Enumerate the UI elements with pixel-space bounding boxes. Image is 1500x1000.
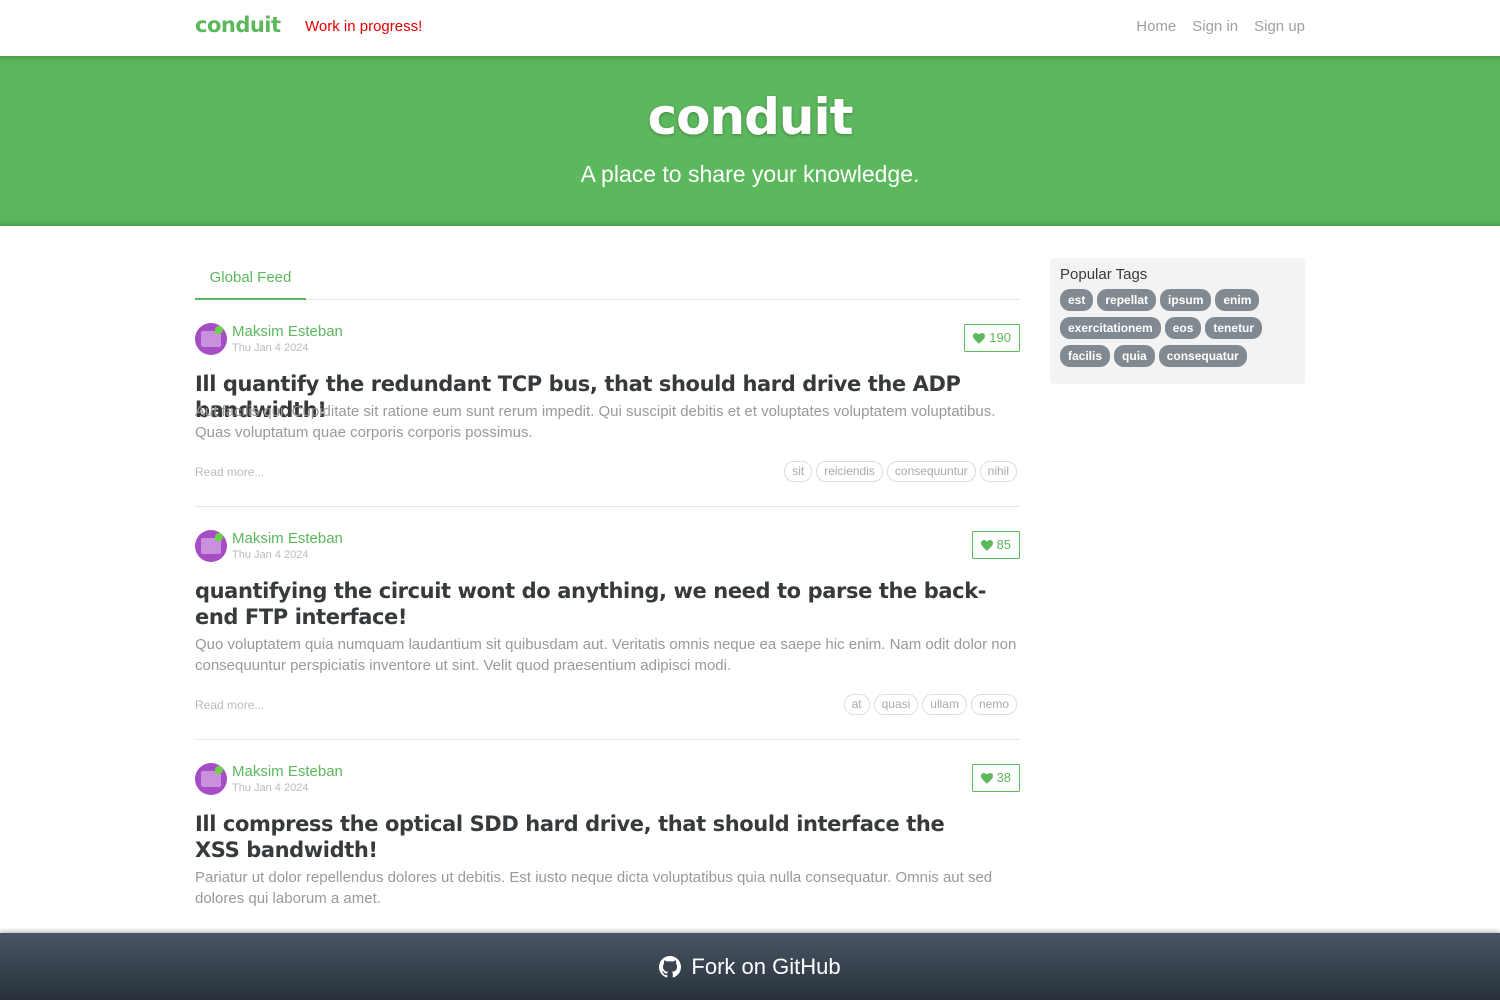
favorite-count: 85: [996, 537, 1011, 552]
article-tag[interactable]: at: [843, 694, 870, 715]
article-tag[interactable]: quasi: [873, 694, 919, 715]
article-date: Thu Jan 4 2024: [232, 549, 309, 561]
article-description: Aut facilis qui. Cupiditate sit ratione …: [195, 403, 996, 441]
navbar: conduit Work in progress! Home Sign in S…: [0, 0, 1500, 56]
heart-icon: [980, 772, 993, 784]
heart-icon: [973, 332, 986, 344]
feed-toggle: Global Feed: [195, 258, 1020, 300]
read-more-link[interactable]: Read more...: [195, 698, 264, 712]
article-date: Thu Jan 4 2024: [232, 342, 309, 354]
hero-banner: conduit A place to share your knowledge.: [0, 56, 1500, 226]
heart-icon: [980, 539, 993, 551]
tag-pill[interactable]: tenetur: [1205, 317, 1263, 339]
brand-logo[interactable]: conduit: [195, 13, 281, 37]
article-tag[interactable]: nihil: [979, 461, 1017, 482]
favorite-count: 190: [989, 330, 1011, 345]
nav-sign-in-link[interactable]: Sign in: [1192, 18, 1238, 35]
tag-pill[interactable]: est: [1060, 289, 1094, 311]
article-tag-list: at quasi ullam nemo: [843, 694, 1017, 715]
tag-pill[interactable]: consequatur: [1158, 345, 1247, 367]
tag-pill[interactable]: repellat: [1097, 289, 1157, 311]
author-link[interactable]: Maksim Esteban: [232, 763, 343, 780]
article-title[interactable]: quantifying the circuit wont do anything…: [195, 578, 1020, 630]
author-link[interactable]: Maksim Esteban: [232, 323, 343, 340]
favorite-count: 38: [996, 770, 1011, 785]
read-more-link[interactable]: Read more...: [195, 465, 264, 479]
tag-pill[interactable]: ipsum: [1160, 289, 1212, 311]
tag-list: est repellat ipsum enim exercitationem e…: [1060, 289, 1295, 367]
avatar[interactable]: [195, 530, 227, 562]
article-preview: Maksim Esteban Thu Jan 4 2024 38 Ill com…: [195, 763, 1020, 933]
article-date: Thu Jan 4 2024: [232, 782, 309, 794]
article-tag[interactable]: nemo: [970, 694, 1017, 715]
sidebar-heading: Popular Tags: [1060, 266, 1148, 283]
article-preview: Maksim Esteban Thu Jan 4 2024 190 Ill qu…: [195, 323, 1020, 507]
tag-pill[interactable]: eos: [1164, 317, 1202, 339]
article-title[interactable]: Ill compress the optical SDD hard drive,…: [195, 811, 955, 863]
author-link[interactable]: Maksim Esteban: [232, 530, 343, 547]
article-tag[interactable]: ullam: [922, 694, 967, 715]
banner-subtitle: A place to share your knowledge.: [580, 161, 920, 187]
article-tag[interactable]: consequuntur: [886, 461, 976, 482]
article-description: Pariatur ut dolor repellendus dolores ut…: [195, 869, 993, 907]
nav-home-link[interactable]: Home: [1136, 18, 1176, 35]
fork-on-github-banner[interactable]: Fork on GitHub: [0, 933, 1500, 1000]
fork-label: Fork on GitHub: [691, 953, 841, 979]
article-tag[interactable]: reiciendis: [816, 461, 883, 482]
tag-pill[interactable]: facilis: [1060, 345, 1111, 367]
favorite-button[interactable]: 190: [964, 324, 1020, 352]
tag-pill[interactable]: enim: [1215, 289, 1260, 311]
popular-tags-sidebar: Popular Tags est repellat ipsum enim exe…: [1050, 258, 1305, 384]
tag-pill[interactable]: quia: [1114, 345, 1155, 367]
favorite-button[interactable]: 38: [971, 764, 1020, 792]
favorite-button[interactable]: 85: [971, 531, 1020, 559]
banner-title: conduit: [647, 88, 853, 146]
avatar[interactable]: [195, 323, 227, 355]
work-in-progress-notice: Work in progress!: [305, 18, 423, 35]
github-icon: [659, 955, 682, 977]
tag-pill[interactable]: exercitationem: [1060, 317, 1161, 339]
nav-links: Home Sign in Sign up: [1136, 18, 1305, 35]
article-description: Quo voluptatem quia numquam laudantium s…: [195, 636, 1017, 674]
article-tag[interactable]: sit: [784, 461, 813, 482]
nav-sign-up-link[interactable]: Sign up: [1254, 18, 1305, 35]
article-tag-list: sit reiciendis consequuntur nihil: [784, 461, 1017, 482]
avatar[interactable]: [195, 763, 227, 795]
article-preview: Maksim Esteban Thu Jan 4 2024 85 quantif…: [195, 530, 1020, 740]
tab-global-feed[interactable]: Global Feed: [195, 258, 306, 300]
